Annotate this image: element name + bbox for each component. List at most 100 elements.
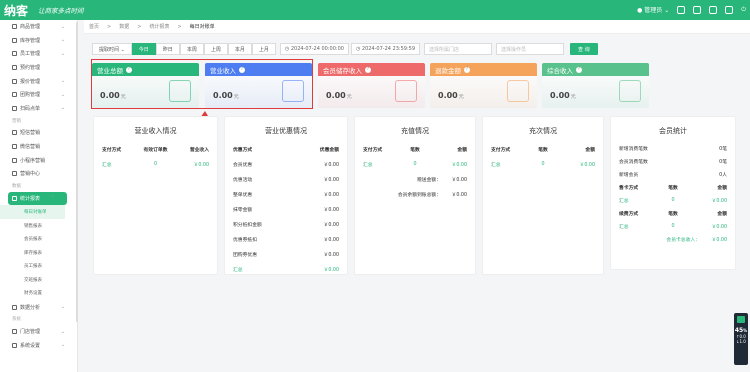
sidebar-subitem[interactable]: 销售报表 [0, 219, 77, 233]
panel-title: 营业收入情况 [134, 127, 177, 135]
sidebar-scrollbar[interactable] [76, 22, 78, 322]
table-row: 汇总 ￥0.00 [225, 262, 347, 277]
menu-icon [12, 144, 17, 150]
start-date-field[interactable]: ◷ 2024-07-24 00:00:00 [279, 43, 349, 55]
table-row: 团购券优惠 ￥0.00 [225, 247, 347, 262]
summary-card-header: 会员储存收入? [318, 63, 425, 76]
panel-title: 充值情况 [401, 127, 429, 135]
chevron-icon: ⌄ [60, 23, 65, 30]
table-cell: ￥0.00 [323, 178, 339, 183]
column-header: 支付方式 [102, 148, 122, 153]
value-text: 0.00 [550, 91, 570, 100]
operator-select[interactable]: 选择操作员 [496, 43, 564, 55]
column-header: 优惠方式 [233, 148, 253, 153]
table-cell: 0 [671, 224, 675, 229]
sidebar-item-label: 统计报表 [20, 195, 41, 202]
mail-icon[interactable] [693, 5, 702, 14]
sidebar-item[interactable]: 扫码点单 ⌄ [0, 102, 77, 116]
breadcrumb-item[interactable]: 数据 [119, 23, 129, 30]
settings-icon[interactable] [725, 5, 734, 14]
table-cell: 汇总 [491, 163, 501, 168]
help-icon[interactable]: ? [365, 66, 371, 73]
sidebar-item[interactable]: 营销中心 [0, 167, 77, 181]
sidebar-item[interactable]: 系统设置 ⌄ [0, 338, 77, 352]
column-header: 笔数 [538, 148, 548, 153]
menu-icon [12, 157, 17, 163]
sidebar-item[interactable]: 员工管理 ⌄ [0, 47, 77, 61]
value-text: 0.00 [326, 91, 346, 100]
table-cell: 团购券优惠 [233, 253, 257, 258]
stat-value: 0人 [719, 173, 727, 178]
sidebar-item[interactable]: 数据分析 ⌄ [0, 300, 77, 314]
period-button[interactable]: 本月 [227, 43, 252, 55]
card-illustration-icon [619, 80, 641, 102]
column-header: 售卡方式 [619, 186, 639, 191]
table-cell: 0 [413, 162, 417, 167]
breadcrumb-item[interactable]: 每日对账单 [190, 23, 215, 30]
summary-card-value: 0.00元 [438, 91, 464, 100]
sidebar-item[interactable]: 微信营销 [0, 140, 77, 154]
query-button[interactable]: 查 询 [570, 43, 598, 55]
sidebar-item[interactable]: 短信营销 [0, 126, 77, 140]
table-row: 汇总 0 ￥0.00 [611, 220, 735, 233]
summary-card-title: 退款金额 [435, 66, 461, 75]
sidebar-item[interactable]: 统计报表 ⌃ [8, 191, 67, 206]
sidebar-item-label: 团购管理 [20, 92, 41, 99]
sidebar-item[interactable]: 报价管理 ⌄ [0, 74, 77, 88]
sidebar-subitem[interactable]: 库存报表 [0, 246, 77, 260]
chevron-icon: ⌄ [60, 304, 65, 311]
menu-icon [12, 24, 17, 30]
period-button[interactable]: 上月 [251, 43, 276, 55]
column-header: 续费方式 [619, 212, 639, 217]
table-cell: 0 [541, 162, 545, 167]
sidebar-item-label: 营销中心 [20, 171, 41, 178]
table-cell: ￥0.00 [323, 238, 339, 243]
headset-icon[interactable] [677, 5, 686, 14]
sidebar-item[interactable]: 商品管理 ⌄ [0, 20, 77, 34]
sidebar-item[interactable]: 库存管理 ⌄ [0, 34, 77, 48]
breadcrumb-separator: > [137, 23, 142, 30]
card-illustration-icon [507, 80, 529, 102]
time-type-select[interactable]: 提取时间 ⌄ [92, 43, 132, 55]
period-button[interactable]: 上周 [203, 43, 228, 55]
sidebar-subitem[interactable]: 员工报表 [0, 260, 77, 274]
value-text: 0.00 [438, 91, 458, 100]
table-row: 优惠券抵扣 ￥0.00 [225, 232, 347, 247]
summary-card: 会员储存收入? 0.00元 [318, 63, 425, 108]
table-cell: ￥0.00 [323, 223, 339, 228]
table-row: 汇总 0 ￥0.00 [355, 157, 475, 172]
sidebar-item[interactable]: 团购管理 ⌄ [0, 88, 77, 102]
sidebar-item[interactable]: 小程序营销 [0, 153, 77, 167]
sidebar-subitem[interactable]: 每日对账单 [0, 205, 65, 219]
summary-value: ￥0.00 [451, 193, 467, 198]
sidebar-item[interactable]: 预约管理 [0, 61, 77, 75]
breadcrumb-item[interactable]: 首页 [89, 23, 99, 30]
value-unit: 元 [346, 94, 352, 100]
sidebar-subitem[interactable]: 交班报表 [0, 273, 77, 287]
user-menu[interactable]: ● 管理员 ⌄ [637, 5, 669, 14]
table-header: 支付方式 笔数 金额 [483, 142, 603, 157]
table-row: 会员优惠 ￥0.00 [225, 157, 347, 172]
sidebar-item-label: 预约管理 [20, 65, 41, 72]
notify-icon[interactable] [709, 5, 718, 14]
table-row: 抹零金额 ￥0.00 [225, 202, 347, 217]
store-select[interactable]: 选择所属门店 [424, 43, 492, 55]
breadcrumb-item[interactable]: 统计报表 [149, 23, 169, 30]
power-icon[interactable]: ⏻ [741, 6, 746, 14]
sidebar-item-label: 员工管理 [20, 51, 41, 58]
panel-title: 会员统计 [659, 127, 687, 135]
sidebar-subitem[interactable]: 会员报表 [0, 232, 77, 246]
help-icon[interactable]: ? [464, 66, 470, 73]
summary-label: 会员余额到账总额： [397, 193, 441, 198]
end-date-field[interactable]: ◷ 2024-07-24 23:59:59 [350, 43, 420, 55]
stat-label: 新增消费笔数 [619, 147, 648, 152]
sidebar-subitem[interactable]: 财务设置 [0, 287, 77, 301]
period-button[interactable]: 本周 [179, 43, 204, 55]
stat-row: 会员消费笔数 0笔 [611, 155, 735, 168]
help-icon[interactable]: ? [576, 66, 582, 73]
period-button[interactable]: 昨日 [155, 43, 180, 55]
sidebar-item[interactable]: 门店管理 ⌄ [0, 325, 77, 339]
breadcrumb-separator: > [107, 23, 112, 30]
period-button[interactable]: 今日 [131, 43, 156, 55]
menu-icon [12, 329, 17, 335]
